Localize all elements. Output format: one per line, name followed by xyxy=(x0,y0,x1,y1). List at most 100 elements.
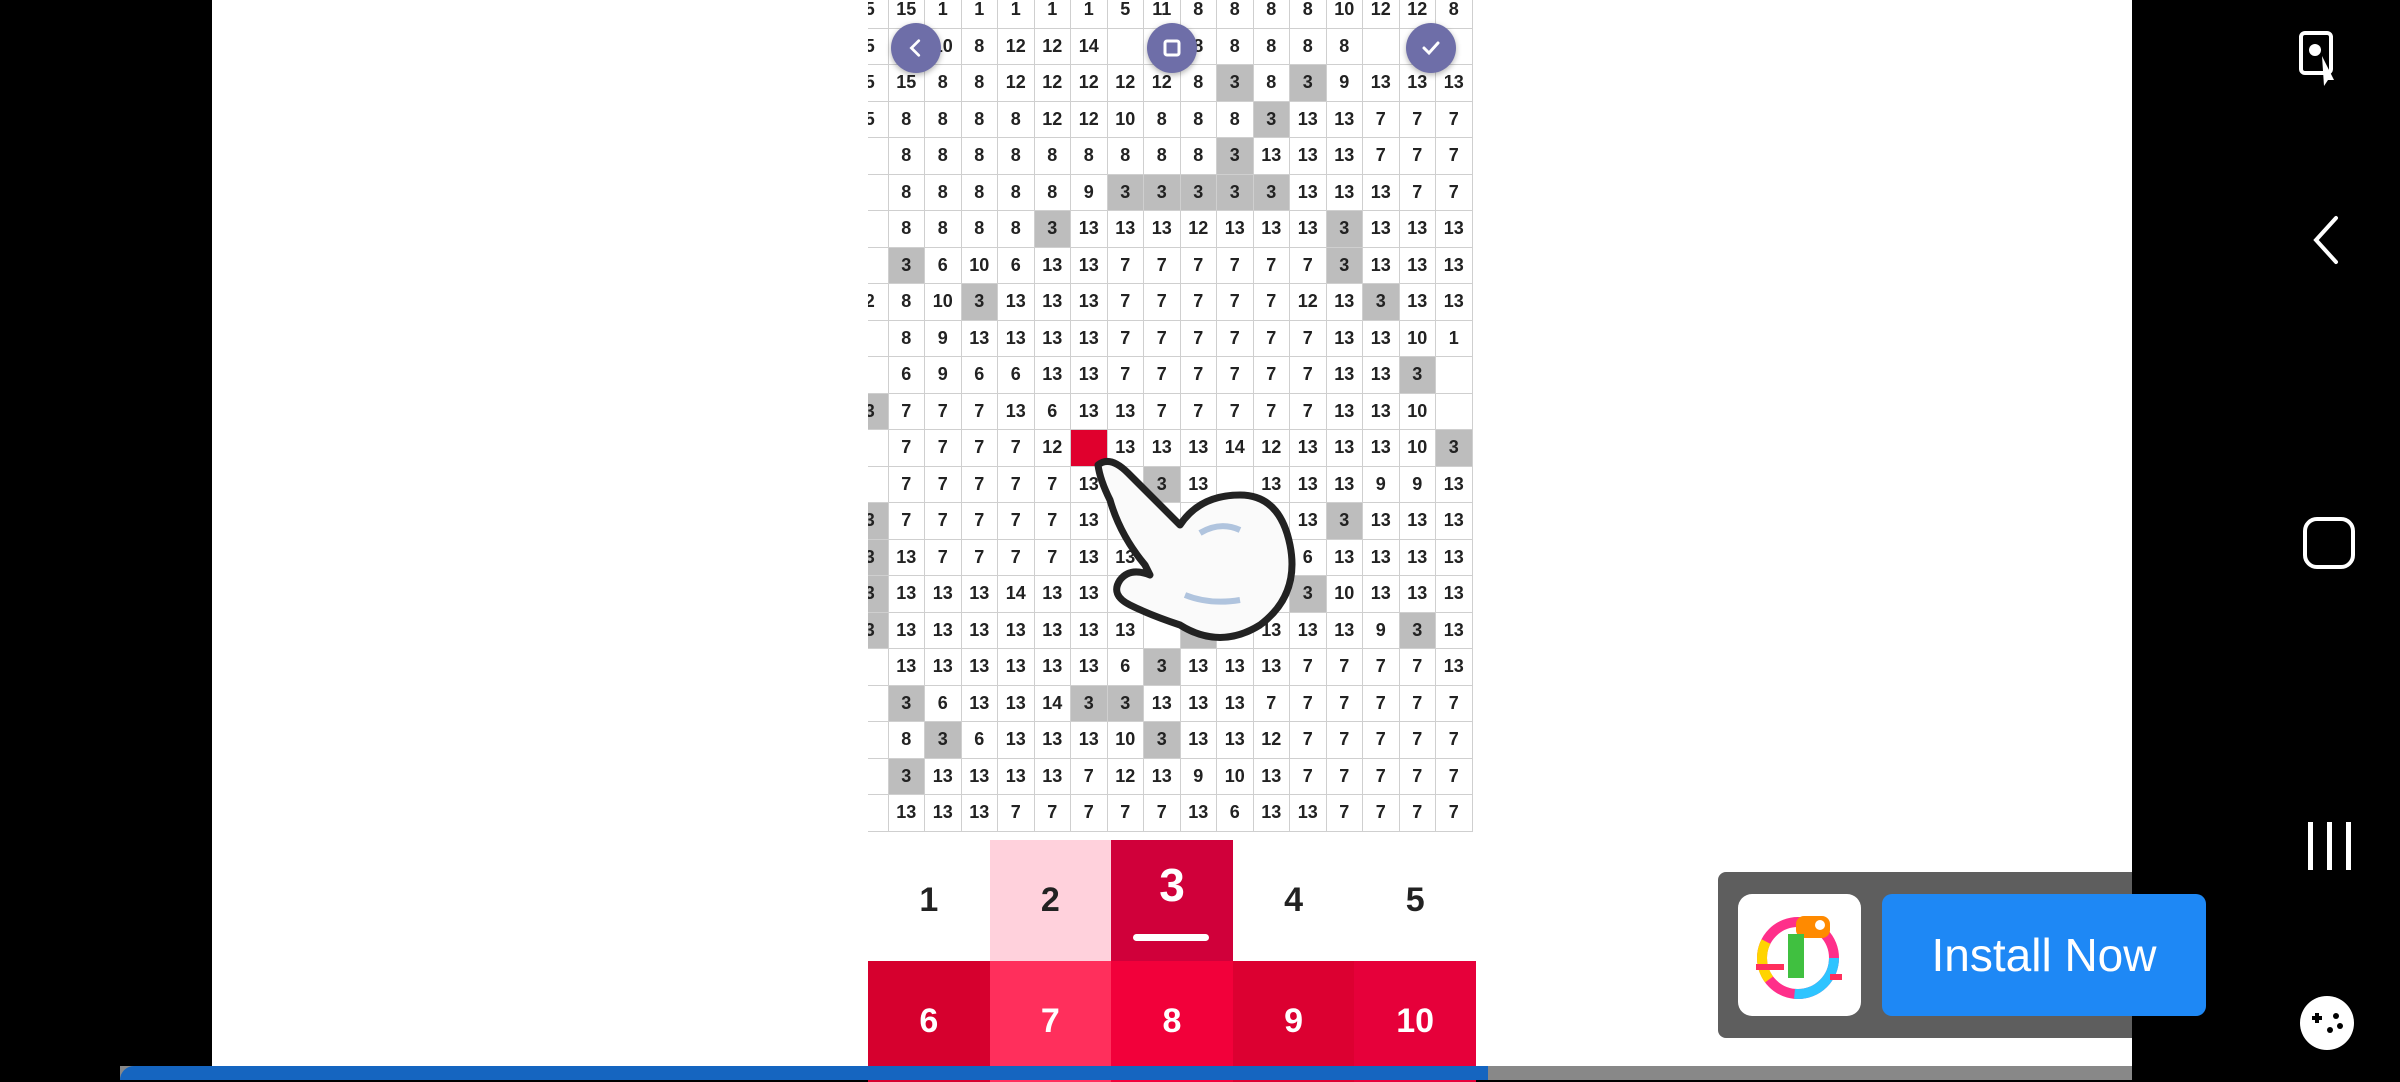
grid-cell[interactable]: 7 xyxy=(1436,174,1473,211)
grid-cell[interactable] xyxy=(868,247,889,284)
grid-cell[interactable]: 8 xyxy=(1034,138,1071,175)
grid-cell[interactable]: 13 xyxy=(1326,393,1363,430)
grid-cell[interactable]: 13 xyxy=(1326,612,1363,649)
grid-cell[interactable]: 7 xyxy=(1363,138,1400,175)
grid-cell[interactable]: 13 xyxy=(998,758,1035,795)
palette-color-5[interactable]: 5 xyxy=(1354,840,1476,961)
grid-cell[interactable]: 7 xyxy=(961,430,998,467)
grid-cell[interactable]: 7 xyxy=(888,466,925,503)
grid-cell[interactable]: 13 xyxy=(925,758,962,795)
grid-cell[interactable]: 7 xyxy=(1253,393,1290,430)
app-icon[interactable] xyxy=(1738,894,1861,1016)
grid-cell[interactable]: 8 xyxy=(1253,28,1290,65)
grid-cell[interactable]: 13 xyxy=(961,612,998,649)
grid-cell[interactable]: 13 xyxy=(1034,576,1071,613)
grid-cell[interactable]: 9 xyxy=(925,320,962,357)
grid-cell[interactable]: 10 xyxy=(1399,393,1436,430)
grid-cell[interactable]: 7 xyxy=(998,466,1035,503)
grid-cell[interactable]: 7 xyxy=(1326,722,1363,759)
grid-cell[interactable]: 13 xyxy=(961,685,998,722)
grid-cell[interactable]: 7 xyxy=(1436,101,1473,138)
grid-cell[interactable]: 8 xyxy=(1326,28,1363,65)
grid-cell[interactable]: 7 xyxy=(1180,320,1217,357)
grid-cell[interactable]: 7 xyxy=(1144,320,1181,357)
palette-color-1[interactable]: 1 xyxy=(868,840,990,961)
grid-cell[interactable] xyxy=(1436,393,1473,430)
grid-cell[interactable]: 6 xyxy=(998,357,1035,394)
grid-cell[interactable]: 3 xyxy=(1399,612,1436,649)
grid-cell[interactable]: 13 xyxy=(998,649,1035,686)
grid-cell[interactable]: 8 xyxy=(1290,0,1327,29)
grid-cell[interactable]: 13 xyxy=(925,612,962,649)
grid-cell[interactable]: 13 xyxy=(1034,612,1071,649)
grid-cell[interactable]: 13 xyxy=(998,284,1035,321)
grid-cell[interactable]: 13 xyxy=(1436,211,1473,248)
grid-cell[interactable]: 13 xyxy=(888,795,925,832)
grid-cell[interactable]: 13 xyxy=(1034,758,1071,795)
grid-cell[interactable]: 12 xyxy=(1290,284,1327,321)
grid-cell[interactable]: 8 xyxy=(1436,0,1473,29)
grid-cell[interactable]: 9 xyxy=(1363,466,1400,503)
grid-cell[interactable]: 7 xyxy=(888,503,925,540)
grid-cell[interactable]: 7 xyxy=(1436,758,1473,795)
grid-cell[interactable]: 7 xyxy=(925,466,962,503)
grid-cell[interactable]: 13 xyxy=(1436,247,1473,284)
grid-cell[interactable]: 3 xyxy=(1217,65,1254,102)
grid-cell[interactable]: 13 xyxy=(1326,174,1363,211)
palette-color-8[interactable]: 8 xyxy=(1111,961,1233,1082)
grid-cell[interactable]: 8 xyxy=(925,65,962,102)
grid-cell[interactable]: 7 xyxy=(1107,320,1144,357)
grid-cell[interactable]: 8 xyxy=(925,138,962,175)
grid-cell[interactable]: 10 xyxy=(1399,320,1436,357)
grid-cell[interactable]: 13 xyxy=(1363,576,1400,613)
grid-cell[interactable]: 13 xyxy=(1180,649,1217,686)
grid-cell[interactable]: 7 xyxy=(1436,138,1473,175)
grid-cell[interactable]: 7 xyxy=(1290,722,1327,759)
grid-cell[interactable]: 13 xyxy=(1180,685,1217,722)
grid-cell[interactable]: 7 xyxy=(998,795,1035,832)
grid-cell[interactable]: 8 xyxy=(1071,138,1108,175)
grid-cell[interactable]: 13 xyxy=(1034,284,1071,321)
grid-cell[interactable] xyxy=(868,211,889,248)
grid-cell[interactable]: 8 xyxy=(1253,0,1290,29)
grid-cell[interactable]: 7 xyxy=(1071,758,1108,795)
grid-cell[interactable] xyxy=(868,357,889,394)
grid-cell[interactable]: 8 xyxy=(1144,101,1181,138)
grid-cell[interactable]: 8 xyxy=(1180,0,1217,29)
grid-cell[interactable]: 9 xyxy=(1399,466,1436,503)
grid-cell[interactable]: 13 xyxy=(1107,211,1144,248)
grid-cell[interactable]: 7 xyxy=(888,430,925,467)
grid-cell[interactable]: 3 xyxy=(925,722,962,759)
grid-cell[interactable]: 7 xyxy=(1217,320,1254,357)
grid-cell[interactable]: 9 xyxy=(1071,174,1108,211)
grid-cell[interactable]: 7 xyxy=(1399,795,1436,832)
grid-cell[interactable] xyxy=(868,138,889,175)
grid-cell[interactable]: 3 xyxy=(1326,503,1363,540)
grid-cell[interactable]: 13 xyxy=(1290,138,1327,175)
grid-cell[interactable]: 13 xyxy=(1290,795,1327,832)
grid-cell[interactable]: 3 xyxy=(1326,211,1363,248)
grid-cell[interactable]: 13 xyxy=(1253,138,1290,175)
grid-cell[interactable]: 13 xyxy=(1217,722,1254,759)
grid-cell[interactable]: 8 xyxy=(961,28,998,65)
grid-cell[interactable]: 13 xyxy=(1253,758,1290,795)
grid-cell[interactable]: 3 xyxy=(1217,174,1254,211)
grid-cell[interactable]: 3 xyxy=(1326,247,1363,284)
grid-cell[interactable]: 13 xyxy=(1436,539,1473,576)
grid-cell[interactable]: 7 xyxy=(1326,685,1363,722)
grid-cell[interactable]: 7 xyxy=(1363,795,1400,832)
grid-cell[interactable]: 13 xyxy=(1290,211,1327,248)
grid-cell[interactable]: 7 xyxy=(1034,503,1071,540)
grid-cell[interactable]: 12 xyxy=(1034,101,1071,138)
grid-cell[interactable]: 6 xyxy=(961,357,998,394)
grid-cell[interactable]: 7 xyxy=(1217,284,1254,321)
grid-cell[interactable]: 1 xyxy=(1034,0,1071,29)
grid-cell[interactable]: 7 xyxy=(1436,722,1473,759)
grid-cell[interactable]: 9 xyxy=(1180,758,1217,795)
grid-cell[interactable]: 12 xyxy=(998,65,1035,102)
grid-cell[interactable]: 12 xyxy=(1253,722,1290,759)
grid-cell[interactable]: 7 xyxy=(888,393,925,430)
grid-cell[interactable] xyxy=(868,685,889,722)
grid-cell[interactable]: 3 xyxy=(1253,174,1290,211)
grid-cell[interactable]: 13 xyxy=(1363,539,1400,576)
